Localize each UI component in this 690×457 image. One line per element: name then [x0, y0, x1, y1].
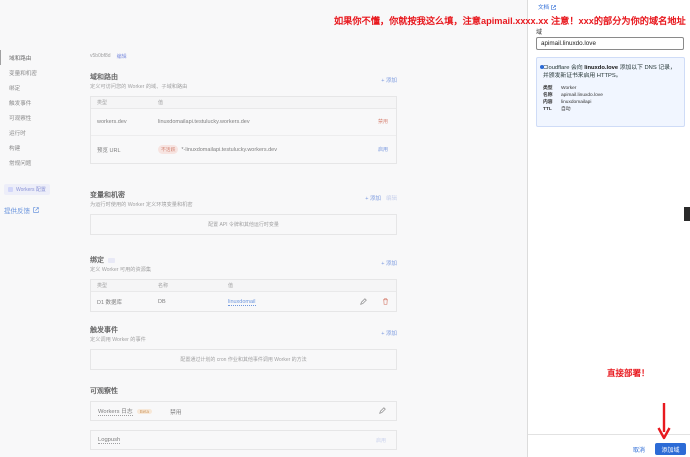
triggers-empty-state: 配置通过计划的 cron 作业和其他事件调用 Worker 的方法: [90, 349, 397, 370]
domain-input[interactable]: apimail.linuxdo.love: [536, 37, 684, 50]
docs-link[interactable]: 文档: [538, 3, 556, 11]
docs-label: 文档: [538, 5, 550, 11]
row-value: linuxdomailapi.testulucky.workers.dev: [158, 119, 250, 125]
variables-desc: 为运行时使用的 Worker 定义环境变量和机密: [90, 202, 193, 208]
dns-record-list: 类型 Worker 名称 apimail.linuxdo.love 内容 linuxd…: [543, 85, 678, 113]
workers-logs-status: 禁用: [169, 409, 182, 416]
table-row: D1 数据库 DB linuxdomail: [91, 292, 396, 311]
observability-title: 可观察性: [90, 388, 118, 395]
domains-add-button[interactable]: + 添加: [381, 76, 397, 84]
triggers-section: 触发事件 定义调用 Worker 的事件 + 添加 配置通过计划的 cron 作…: [90, 325, 397, 370]
workers-config-label: Workers 配置: [16, 187, 46, 193]
dns-record-row: 类型 Worker: [543, 86, 577, 91]
row-value-link[interactable]: linuxdomail: [228, 298, 256, 306]
logpush-label[interactable]: Logpush: [98, 437, 121, 444]
bindings-title: 绑定: [90, 255, 151, 265]
red-arrow-icon: [657, 403, 671, 440]
trash-icon: [382, 298, 388, 305]
info-domain: linuxdo.love: [584, 65, 619, 71]
row-value-wrap: 不活跃 *-linuxdomailapi.testulucky.workers.d…: [158, 145, 376, 154]
triggers-title: 触发事件: [90, 327, 118, 334]
feedback-label: 提供反馈: [4, 208, 30, 215]
cancel-button[interactable]: 取消: [633, 445, 645, 454]
table-row: 预览 URL 不活跃 *-linuxdomailapi.testulucky.wo…: [91, 136, 396, 163]
dns-record-row: TTL 自动: [543, 107, 571, 112]
variables-actions: + 添加 编辑: [365, 194, 397, 202]
variables-section: 变量和机密 为运行时使用的 Worker 定义环境变量和机密 + 添加 编辑 配…: [90, 190, 397, 235]
beta-badge: Beta: [136, 408, 152, 414]
workers-logs-row: Workers 日志 Beta 禁用: [90, 401, 397, 421]
dns-info-text: Cloudflare 会向 linuxdo.love 添加以下 DNS 记录，并…: [543, 65, 676, 79]
edit-logs-button[interactable]: [379, 406, 386, 416]
domains-title: 域和路由: [90, 74, 118, 81]
domains-desc: 定义可访问您的 Worker 的域、子域和路由: [90, 84, 188, 90]
enable-button[interactable]: 启用: [376, 147, 390, 153]
workers-logs-label[interactable]: Workers 日志: [98, 406, 133, 416]
triggers-desc: 定义调用 Worker 的事件: [90, 337, 146, 343]
row-type: D1 数据库: [97, 299, 123, 306]
left-nav: 域和路由 变量和机密 绑定 触发事件 可观察性 运行时 构建 常规问题 Work…: [0, 50, 60, 215]
annotation-top-note: 如果你不懂，你就按我这么填，注意apimail.xxxx.xx 注意！xxx的部…: [334, 16, 686, 26]
version-id: v5b0bf8d: [90, 53, 111, 59]
top-id-row: v5b0bf8d 编辑: [90, 50, 397, 62]
feedback-link[interactable]: 提供反馈: [4, 205, 60, 215]
nav-item-build[interactable]: 构建: [0, 140, 60, 155]
top-edit-link[interactable]: 编辑: [117, 53, 127, 60]
col-value: 值: [158, 100, 164, 106]
disable-button[interactable]: 禁用: [376, 119, 390, 125]
annotation-deploy-note: 直接部署！: [607, 368, 650, 378]
col-name: 名称: [158, 283, 169, 289]
observability-section: 可观察性 Workers 日志 Beta 禁用 Logpush 启用: [90, 386, 397, 450]
logpush-enable-button[interactable]: 启用: [376, 437, 386, 444]
nav-item-variables[interactable]: 变量和机密: [0, 65, 60, 80]
info-icon: [540, 65, 544, 69]
bindings-tag-icon: [108, 257, 115, 263]
domains-table: 类型 值 workers.dev linuxdomailapi.testuluc…: [90, 96, 397, 164]
nav-item-domains[interactable]: 域和路由: [0, 50, 60, 65]
col-type: 类型: [97, 100, 108, 106]
row-type: 预览 URL: [97, 147, 121, 154]
dns-record-row: 内容 linuxdomailapi: [543, 100, 592, 105]
add-domain-button[interactable]: 添加域: [655, 443, 686, 455]
side-tab-handle[interactable]: [684, 207, 690, 221]
logpush-row: Logpush 启用: [90, 430, 397, 450]
col-value: 值: [228, 283, 234, 289]
nav-item-general[interactable]: 常规问题: [0, 155, 60, 170]
bindings-section: 绑定 定义 Worker 可用的资源集 + 添加 类型 名称 值 D1 数据库 …: [90, 255, 397, 312]
variables-title: 变量和机密: [90, 192, 125, 199]
triggers-add-button[interactable]: + 添加: [381, 329, 397, 337]
main-content: v5b0bf8d 编辑 域和路由 定义可访问您的 Worker 的域、子域和路由…: [90, 50, 397, 450]
pencil-icon: [359, 298, 367, 305]
inactive-badge: 不活跃: [158, 145, 179, 154]
pencil-icon: [379, 406, 386, 414]
bindings-table: 类型 名称 值 D1 数据库 DB linuxdomail: [90, 279, 397, 312]
nav-item-bindings[interactable]: 绑定: [0, 80, 60, 95]
nav-item-runtime[interactable]: 运行时: [0, 125, 60, 140]
edit-binding-button[interactable]: [352, 298, 374, 305]
col-type: 类型: [97, 283, 108, 289]
dns-info-box: Cloudflare 会向 linuxdo.love 添加以下 DNS 记录，并…: [536, 57, 685, 127]
domain-field-label: 域: [536, 30, 543, 36]
row-name: DB: [158, 298, 166, 305]
row-value: *-linuxdomailapi.testulucky.workers.dev: [181, 147, 277, 153]
workers-config-badge[interactable]: Workers 配置: [4, 184, 50, 195]
dns-record-row: 名称 apimail.linuxdo.love: [543, 93, 603, 98]
bindings-add-button[interactable]: + 添加: [381, 259, 397, 267]
delete-binding-button[interactable]: [374, 298, 396, 305]
bindings-desc: 定义 Worker 可用的资源集: [90, 267, 152, 273]
variables-empty-state: 配置 API 令牌和其他运行时变量: [90, 214, 397, 235]
table-row: workers.dev linuxdomailapi.testulucky.wo…: [91, 109, 396, 136]
domains-section: 域和路由 定义可访问您的 Worker 的域、子域和路由 + 添加 类型 值 w…: [90, 72, 397, 164]
add-domain-drawer: 文档 域 apimail.linuxdo.love Cloudflare 会向 …: [527, 0, 690, 457]
external-link-icon: [33, 207, 39, 213]
variables-edit-button[interactable]: 编辑: [386, 194, 397, 202]
external-link-icon: [551, 4, 556, 10]
nav-item-observability[interactable]: 可观察性: [0, 110, 60, 125]
config-icon: [8, 187, 13, 192]
variables-add-button[interactable]: + 添加: [365, 194, 381, 202]
row-type: workers.dev: [97, 119, 127, 125]
nav-item-triggers[interactable]: 触发事件: [0, 95, 60, 110]
